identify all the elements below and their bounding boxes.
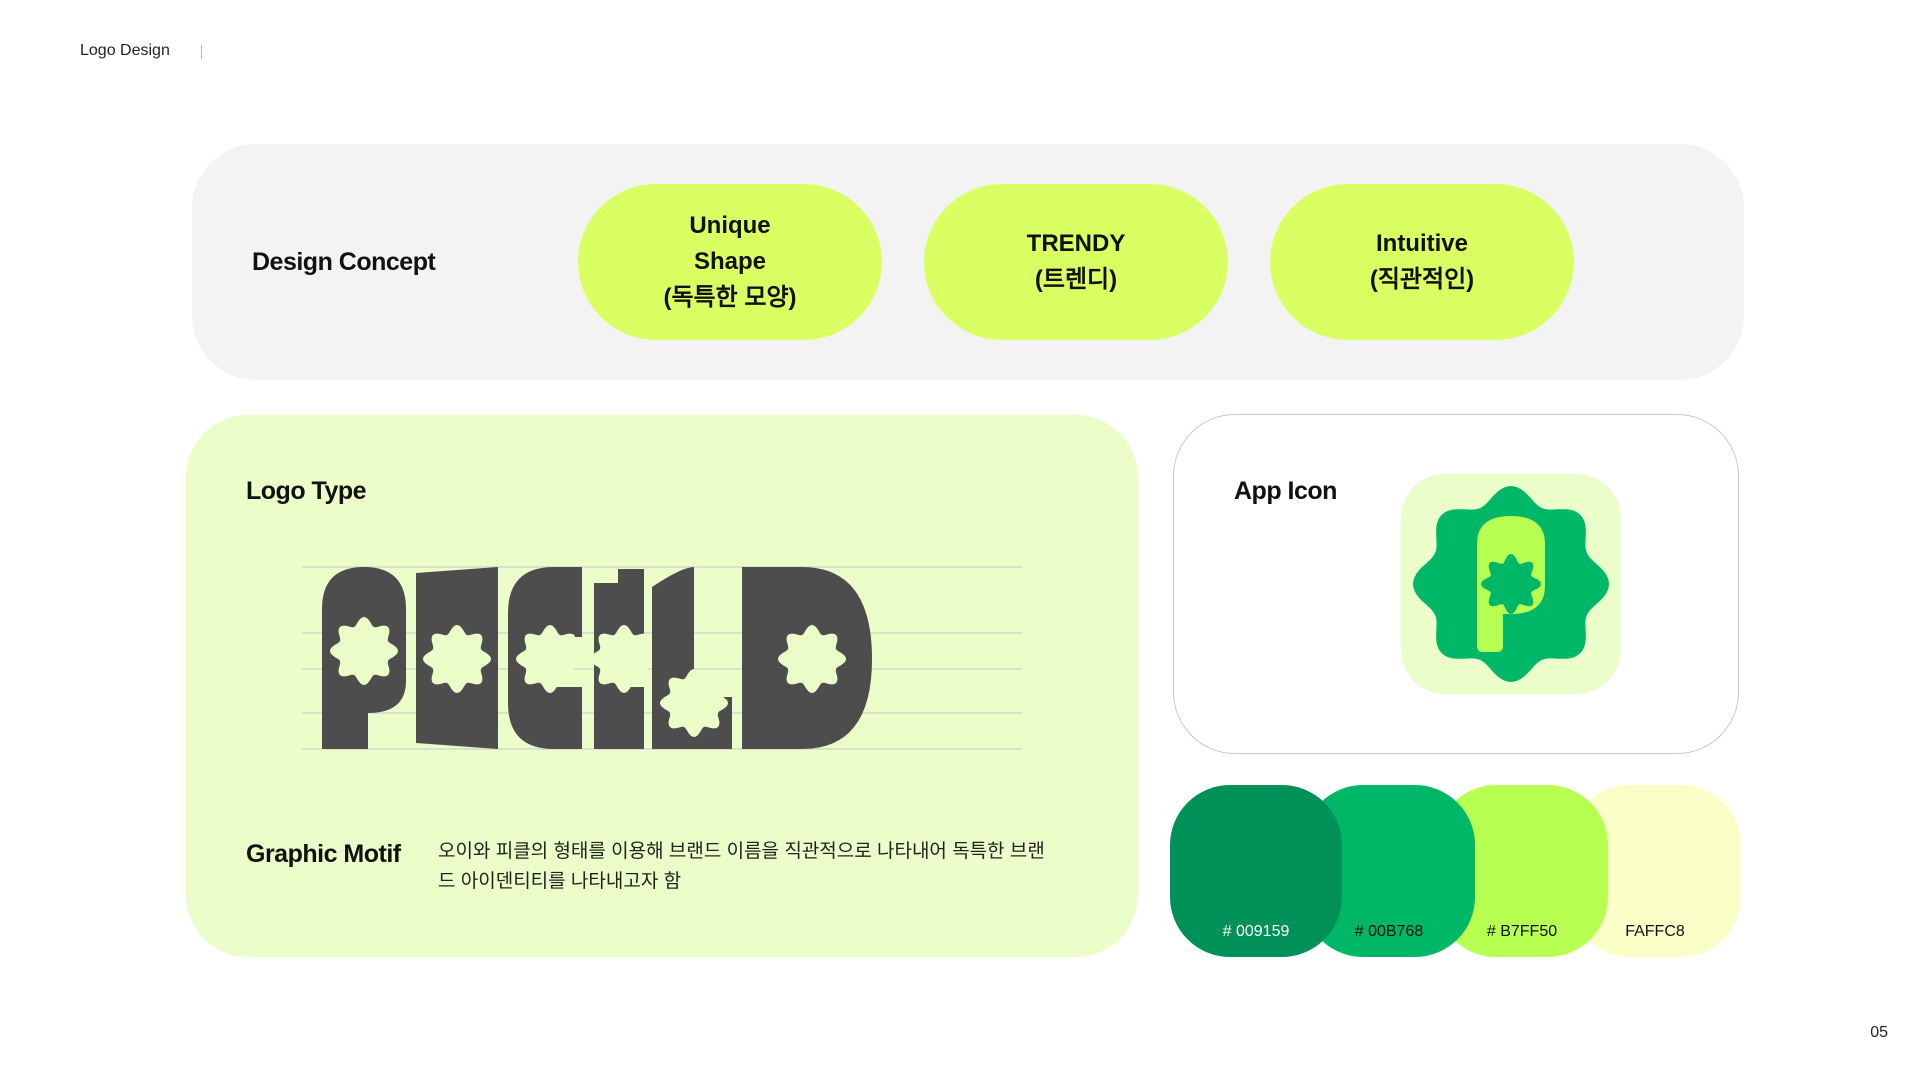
graphic-motif-description: 오이와 피클의 형태를 이용해 브랜드 이름을 직관적으로 나타내어 독특한 브… <box>438 841 1045 892</box>
logo-letter-i-flower-cutout <box>423 625 491 693</box>
header-divider <box>201 45 202 59</box>
app-icon <box>1401 474 1621 694</box>
graphic-motif-label: Graphic Motif <box>246 840 401 868</box>
concept-pill-trendy: TRENDY (트렌디) <box>924 184 1228 340</box>
logo-letter-l-flower-cutout <box>660 669 728 737</box>
app-icon-panel: App Icon <box>1173 414 1739 754</box>
concept-pill-unique: Unique Shape (독특한 모양) <box>578 184 882 340</box>
wordmark-letters <box>322 567 872 749</box>
pickle-wordmark-logo <box>302 566 1022 750</box>
logo-letter-p-flower-cutout <box>330 617 398 685</box>
logo-letter-e-flower-cutout <box>778 625 846 693</box>
design-concept-panel: Design Concept Unique Shape (독특한 모양) TRE… <box>192 144 1744 380</box>
logo-type-label: Logo Type <box>246 477 367 505</box>
app-icon-label: App Icon <box>1234 477 1337 505</box>
concept-pill-intuitive: Intuitive (직관적인) <box>1270 184 1574 340</box>
color-swatch-009159: # 009159 <box>1170 785 1342 957</box>
design-concept-label: Design Concept <box>252 248 436 276</box>
page-number: 05 <box>1870 1024 1888 1041</box>
logo-type-panel: Logo Type Graphic Motif 오이와 피클의 형태를 이용해 … <box>186 415 1138 957</box>
header-title: Logo Design <box>80 42 170 59</box>
logo-letter-k-flower-cutout <box>590 625 658 693</box>
logo-letter-c-flower-cutout <box>516 625 584 693</box>
app-icon-center-flower <box>1481 554 1541 614</box>
